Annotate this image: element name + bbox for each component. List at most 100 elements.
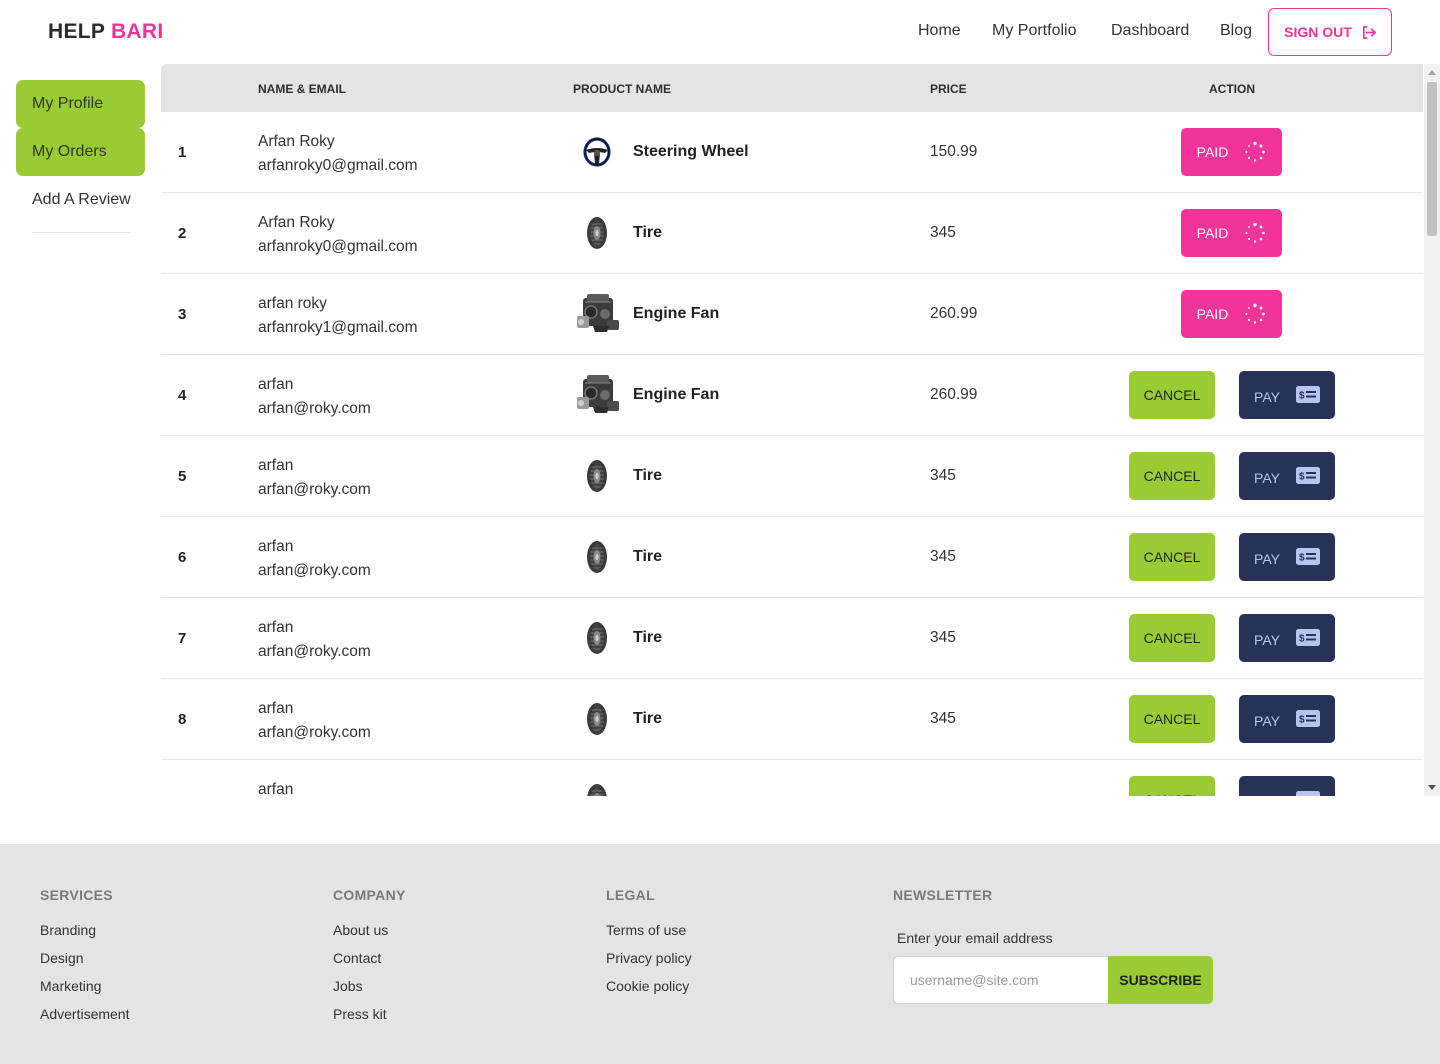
footer-link-advertisement[interactable]: Advertisement xyxy=(40,1006,129,1022)
product-name: Engine Fan xyxy=(633,305,720,322)
customer-info: Arfan Roky arfanroky0@gmail.com xyxy=(258,130,418,178)
footer-link-branding[interactable]: Branding xyxy=(40,922,96,938)
site-footer: SERVICES Branding Design Marketing Adver… xyxy=(0,844,1440,1064)
cancel-order-button[interactable]: CANCEL xyxy=(1129,533,1215,581)
sidebar-divider xyxy=(32,232,130,233)
customer-email: arfan@roky.com xyxy=(258,643,371,660)
tire-icon xyxy=(573,776,621,796)
brand-part-1: HELP xyxy=(48,20,105,43)
cancel-order-button[interactable]: CANCEL xyxy=(1129,452,1215,500)
pay-label: PAY xyxy=(1254,794,1280,796)
footer-heading-legal: LEGAL xyxy=(606,887,655,903)
paid-button[interactable]: PAID xyxy=(1181,209,1282,257)
row-index: 4 xyxy=(178,387,187,404)
table-scrollbar[interactable] xyxy=(1424,64,1440,796)
table-row: 7 arfan arfan@roky.com Tire 345 CANCEL P… xyxy=(161,598,1423,679)
scroll-up-arrow-icon[interactable] xyxy=(1428,70,1436,75)
footer-link-press-kit[interactable]: Press kit xyxy=(333,1006,387,1022)
loading-spinner-icon xyxy=(1245,141,1266,162)
pay-button[interactable]: PAY $ xyxy=(1239,533,1335,581)
product-price: 345 xyxy=(930,548,956,565)
product-price: 150.99 xyxy=(930,143,978,160)
product-price: 260.99 xyxy=(930,305,978,322)
sidebar-item-my-profile[interactable]: My Profile xyxy=(16,80,145,128)
svg-text:$: $ xyxy=(1299,390,1305,401)
table-row: 2 Arfan Roky arfanroky0@gmail.com Tire 3… xyxy=(161,193,1423,274)
footer-link-terms[interactable]: Terms of use xyxy=(606,922,686,938)
customer-info: arfan arfan@roky.com xyxy=(258,454,371,502)
customer-info: arfan arfan@roky.com xyxy=(258,616,371,664)
svg-text:$: $ xyxy=(1299,633,1305,644)
customer-name: Arfan Roky xyxy=(258,214,335,231)
subscribe-button[interactable]: SUBSCRIBE xyxy=(1108,956,1213,1004)
engine-icon xyxy=(573,290,621,338)
sidebar-item-add-review[interactable]: Add A Review xyxy=(16,176,145,224)
pay-button[interactable]: PAY $ xyxy=(1239,452,1335,500)
pay-button[interactable]: PAY $ xyxy=(1239,614,1335,662)
customer-info: arfan arfan@roky.com xyxy=(258,373,371,421)
product-name: Tire xyxy=(633,710,663,727)
customer-info: arfan arfan@roky.com xyxy=(258,535,371,583)
nav-blog-link[interactable]: Blog xyxy=(1220,22,1252,40)
footer-link-contact[interactable]: Contact xyxy=(333,950,381,966)
product-name: Tire xyxy=(633,548,663,565)
row-index: 8 xyxy=(178,711,187,728)
customer-info: Arfan Roky arfanroky0@gmail.com xyxy=(258,211,418,259)
svg-text:$: $ xyxy=(1299,714,1305,725)
pay-button[interactable]: PAY $ xyxy=(1239,776,1335,796)
footer-link-marketing[interactable]: Marketing xyxy=(40,978,101,994)
sign-out-button[interactable]: SIGN OUT xyxy=(1268,8,1392,56)
scrollbar-thumb[interactable] xyxy=(1427,82,1437,236)
loading-spinner-icon xyxy=(1245,222,1266,243)
footer-link-privacy[interactable]: Privacy policy xyxy=(606,950,692,966)
cancel-order-button[interactable]: CANCEL xyxy=(1129,614,1215,662)
customer-name: arfan xyxy=(258,619,294,636)
table-row: 8 arfan arfan@roky.com Tire 345 CANCEL P… xyxy=(161,679,1423,760)
logout-icon xyxy=(1362,25,1376,39)
pay-label: PAY xyxy=(1254,389,1280,405)
paid-button[interactable]: PAID xyxy=(1181,128,1282,176)
footer-heading-company: COMPANY xyxy=(333,887,406,903)
nav-home-link[interactable]: Home xyxy=(918,22,961,40)
footer-link-cookie[interactable]: Cookie policy xyxy=(606,978,689,994)
newsletter-email-input[interactable] xyxy=(893,956,1109,1004)
pay-label: PAY xyxy=(1254,470,1280,486)
customer-name: Arfan Roky xyxy=(258,133,335,150)
customer-email: arfan@roky.com xyxy=(258,481,371,498)
header-name-email: NAME & EMAIL xyxy=(258,82,346,96)
row-index: 6 xyxy=(178,549,187,566)
footer-link-about[interactable]: About us xyxy=(333,922,388,938)
cancel-order-button[interactable]: CANCEL xyxy=(1129,776,1215,796)
nav-portfolio-link[interactable]: My Portfolio xyxy=(992,22,1076,40)
payment-card-icon: $ xyxy=(1295,466,1320,484)
product-name: Engine Fan xyxy=(633,386,720,403)
footer-heading-newsletter: NEWSLETTER xyxy=(893,887,993,903)
customer-email: arfan@roky.com xyxy=(258,724,371,741)
footer-link-design[interactable]: Design xyxy=(40,950,84,966)
table-row: 3 arfan roky arfanroky1@gmail.com Engine… xyxy=(161,274,1423,355)
orders-table: NAME & EMAIL PRODUCT NAME PRICE ACTION 1… xyxy=(161,64,1423,796)
product-name: Steering Wheel xyxy=(633,143,749,160)
customer-name: arfan xyxy=(258,457,294,474)
header-product-name: PRODUCT NAME xyxy=(573,82,671,96)
nav-dashboard-link[interactable]: Dashboard xyxy=(1111,22,1189,40)
steering-wheel-icon xyxy=(573,128,621,176)
customer-name: arfan xyxy=(258,538,294,555)
svg-text:$: $ xyxy=(1299,552,1305,563)
pay-button[interactable]: PAY $ xyxy=(1239,371,1335,419)
sidebar-item-my-orders[interactable]: My Orders xyxy=(16,128,145,176)
paid-button[interactable]: PAID xyxy=(1181,290,1282,338)
tire-icon xyxy=(573,614,621,662)
customer-email: arfanroky0@gmail.com xyxy=(258,157,418,174)
cancel-order-button[interactable]: CANCEL xyxy=(1129,695,1215,743)
customer-name: arfan roky xyxy=(258,295,327,312)
cancel-order-button[interactable]: CANCEL xyxy=(1129,371,1215,419)
table-row: 4 arfan arfan@roky.com Engine Fan 260.99… xyxy=(161,355,1423,436)
scroll-down-arrow-icon[interactable] xyxy=(1428,785,1436,790)
svg-text:$: $ xyxy=(1299,795,1305,796)
customer-email: arfan@roky.com xyxy=(258,400,371,417)
brand-logo[interactable]: HELP BARI xyxy=(48,20,164,44)
pay-button[interactable]: PAY $ xyxy=(1239,695,1335,743)
footer-link-jobs[interactable]: Jobs xyxy=(333,978,363,994)
product-price: 345 xyxy=(930,224,956,241)
